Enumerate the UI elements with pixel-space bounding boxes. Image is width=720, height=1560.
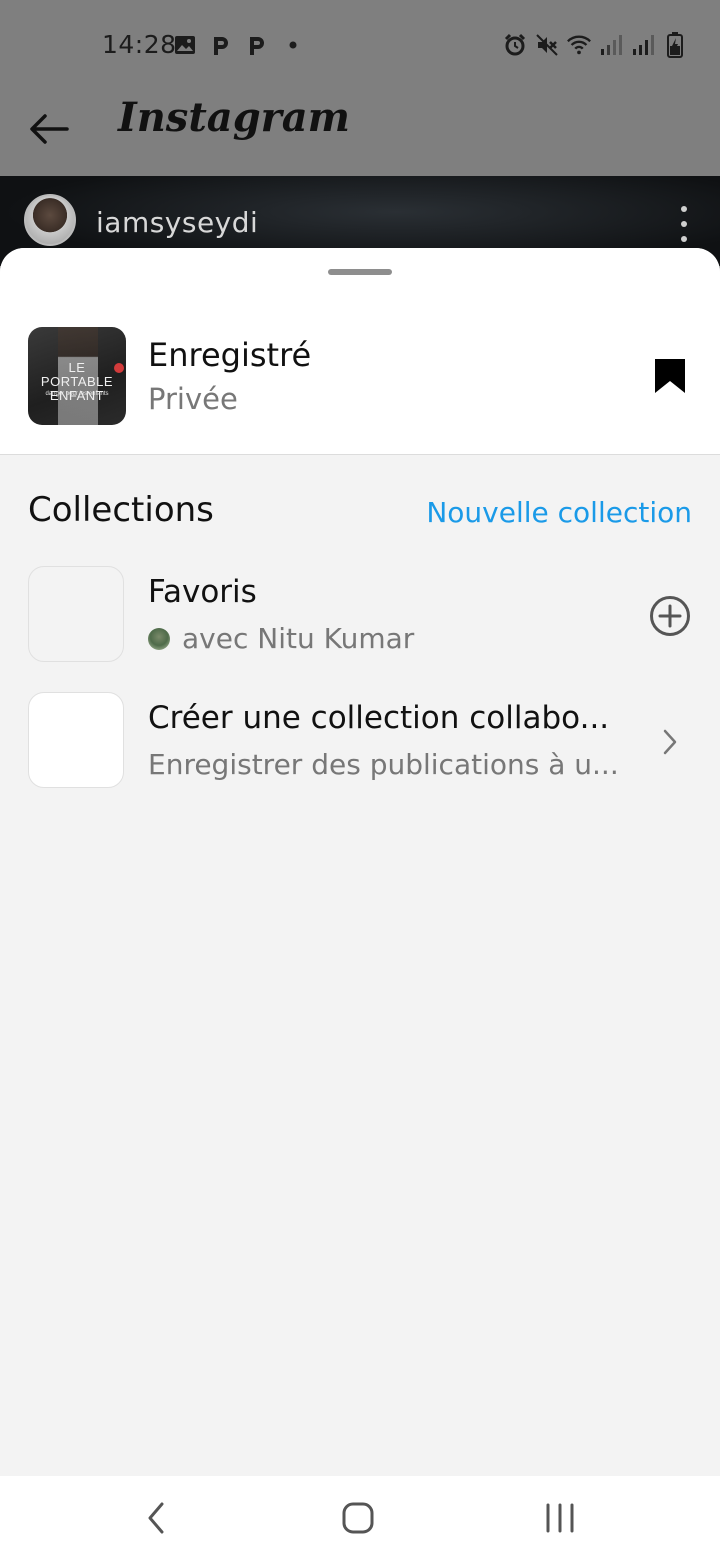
saved-section: LE PORTABLE ENFANT danger pour les enfan…: [0, 248, 720, 455]
collaborator-avatar: [148, 627, 170, 650]
collection-row-favoris[interactable]: Favoris avec Nitu Kumar: [0, 566, 720, 666]
drag-handle[interactable]: [328, 269, 392, 275]
collection-title: Favoris: [148, 574, 257, 610]
bookmark-filled-icon: [655, 359, 685, 393]
nav-back-button[interactable]: [136, 1498, 176, 1538]
system-nav-bar: [0, 1476, 720, 1560]
saved-privacy: Privée: [148, 382, 238, 416]
more-vertical-icon: [681, 206, 687, 212]
more-options-button[interactable]: [674, 206, 694, 242]
more-dot: [681, 236, 687, 242]
signal-icon: [630, 32, 656, 58]
mute-icon: [534, 32, 560, 58]
saved-title: Enregistré: [148, 336, 312, 374]
collections-title: Collections: [28, 490, 214, 530]
collection-title: Créer une collection collabo...: [148, 700, 610, 736]
post-username[interactable]: iamsyseydi: [96, 206, 258, 239]
more-dot: [681, 221, 687, 227]
avatar[interactable]: [24, 194, 76, 246]
status-bar: 14:28: [0, 0, 720, 90]
collection-description: Enregistrer des publications à u...: [148, 748, 619, 781]
image-icon: [172, 32, 198, 58]
dot-icon: [280, 32, 306, 58]
plus-circle-icon: [650, 596, 690, 636]
nav-home-button[interactable]: [338, 1498, 378, 1538]
status-time: 14:28: [102, 30, 177, 59]
home-nav-icon: [342, 1502, 374, 1534]
p-icon: [208, 32, 234, 58]
status-right-icons: [502, 32, 688, 58]
nav-recents-button[interactable]: [540, 1498, 580, 1538]
collection-row-create-collab[interactable]: Créer une collection collabo... Enregist…: [0, 692, 720, 792]
recents-nav-icon: [546, 1503, 574, 1533]
bookmark-button[interactable]: [652, 356, 688, 396]
p-icon: [244, 32, 270, 58]
open-collection-button[interactable]: [648, 720, 692, 764]
collections-header: Collections Nouvelle collection: [0, 486, 720, 546]
collection-subtitle: avec Nitu Kumar: [148, 622, 414, 655]
thumbnail-subtext: danger pour les enfants: [45, 391, 109, 397]
battery-icon: [662, 32, 688, 58]
back-nav-icon: [148, 1502, 164, 1534]
screen: 14:28 Instagram iamsyseydi LE PORTABLE E…: [0, 0, 720, 1560]
no-entry-icon: [114, 363, 124, 373]
back-button[interactable]: [24, 104, 74, 154]
collection-subtitle: Enregistrer des publications à u...: [148, 748, 619, 781]
save-sheet: LE PORTABLE ENFANT danger pour les enfan…: [0, 248, 720, 1478]
arrow-left-icon: [30, 114, 69, 144]
app-header: Instagram: [0, 90, 720, 176]
chevron-right-icon: [663, 729, 677, 755]
saved-thumbnail: LE PORTABLE ENFANT danger pour les enfan…: [28, 327, 126, 425]
collection-thumbnail: [28, 692, 124, 788]
wifi-icon: [566, 32, 592, 58]
signal-icon: [598, 32, 624, 58]
collaborator-text: avec Nitu Kumar: [182, 622, 415, 655]
alarm-icon: [502, 32, 528, 58]
new-collection-button[interactable]: Nouvelle collection: [426, 496, 692, 529]
app-title: Instagram: [118, 94, 350, 141]
status-left-icons: [172, 32, 306, 58]
add-to-collection-button[interactable]: [648, 594, 692, 638]
collection-thumbnail: [28, 566, 124, 662]
